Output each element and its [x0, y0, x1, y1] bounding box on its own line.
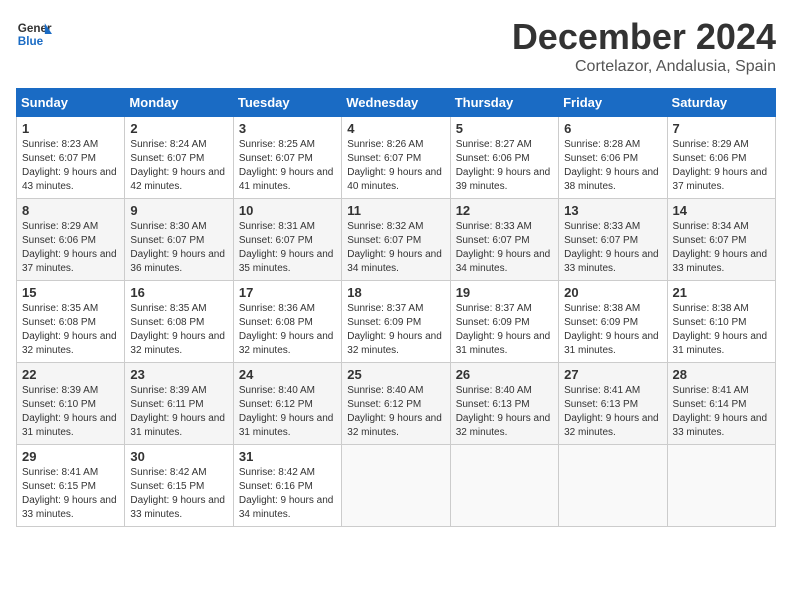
day-cell: 25 Sunrise: 8:40 AMSunset: 6:12 PMDaylig… [342, 363, 450, 445]
day-cell: 31 Sunrise: 8:42 AMSunset: 6:16 PMDaylig… [233, 445, 341, 527]
day-cell: 16 Sunrise: 8:35 AMSunset: 6:08 PMDaylig… [125, 281, 233, 363]
day-cell: 28 Sunrise: 8:41 AMSunset: 6:14 PMDaylig… [667, 363, 775, 445]
page-header: General Blue December 2024 Cortelazor, A… [16, 16, 776, 76]
day-cell: 15 Sunrise: 8:35 AMSunset: 6:08 PMDaylig… [17, 281, 125, 363]
svg-text:Blue: Blue [18, 35, 44, 48]
day-cell: 12 Sunrise: 8:33 AMSunset: 6:07 PMDaylig… [450, 199, 558, 281]
day-cell: 11 Sunrise: 8:32 AMSunset: 6:07 PMDaylig… [342, 199, 450, 281]
header-tuesday: Tuesday [233, 89, 341, 117]
day-cell: 13 Sunrise: 8:33 AMSunset: 6:07 PMDaylig… [559, 199, 667, 281]
day-cell: 27 Sunrise: 8:41 AMSunset: 6:13 PMDaylig… [559, 363, 667, 445]
calendar-row: 8 Sunrise: 8:29 AMSunset: 6:06 PMDayligh… [17, 199, 776, 281]
empty-cell [450, 445, 558, 527]
day-cell: 6 Sunrise: 8:28 AMSunset: 6:06 PMDayligh… [559, 117, 667, 199]
day-cell: 22 Sunrise: 8:39 AMSunset: 6:10 PMDaylig… [17, 363, 125, 445]
calendar-row: 15 Sunrise: 8:35 AMSunset: 6:08 PMDaylig… [17, 281, 776, 363]
calendar-row: 29 Sunrise: 8:41 AMSunset: 6:15 PMDaylig… [17, 445, 776, 527]
title-area: December 2024 Cortelazor, Andalusia, Spa… [512, 16, 776, 76]
day-cell: 14 Sunrise: 8:34 AMSunset: 6:07 PMDaylig… [667, 199, 775, 281]
empty-cell [342, 445, 450, 527]
logo: General Blue [16, 16, 52, 52]
day-cell: 21 Sunrise: 8:38 AMSunset: 6:10 PMDaylig… [667, 281, 775, 363]
header-monday: Monday [125, 89, 233, 117]
header-thursday: Thursday [450, 89, 558, 117]
day-cell: 1 Sunrise: 8:23 AMSunset: 6:07 PMDayligh… [17, 117, 125, 199]
day-cell: 8 Sunrise: 8:29 AMSunset: 6:06 PMDayligh… [17, 199, 125, 281]
day-cell: 17 Sunrise: 8:36 AMSunset: 6:08 PMDaylig… [233, 281, 341, 363]
day-cell: 4 Sunrise: 8:26 AMSunset: 6:07 PMDayligh… [342, 117, 450, 199]
month-title: December 2024 [512, 16, 776, 58]
day-cell: 3 Sunrise: 8:25 AMSunset: 6:07 PMDayligh… [233, 117, 341, 199]
logo-icon: General Blue [16, 16, 52, 52]
day-cell: 30 Sunrise: 8:42 AMSunset: 6:15 PMDaylig… [125, 445, 233, 527]
header-friday: Friday [559, 89, 667, 117]
day-cell: 24 Sunrise: 8:40 AMSunset: 6:12 PMDaylig… [233, 363, 341, 445]
day-cell: 9 Sunrise: 8:30 AMSunset: 6:07 PMDayligh… [125, 199, 233, 281]
empty-cell [559, 445, 667, 527]
day-cell: 7 Sunrise: 8:29 AMSunset: 6:06 PMDayligh… [667, 117, 775, 199]
day-cell: 19 Sunrise: 8:37 AMSunset: 6:09 PMDaylig… [450, 281, 558, 363]
day-cell: 5 Sunrise: 8:27 AMSunset: 6:06 PMDayligh… [450, 117, 558, 199]
day-cell: 20 Sunrise: 8:38 AMSunset: 6:09 PMDaylig… [559, 281, 667, 363]
location-title: Cortelazor, Andalusia, Spain [512, 58, 776, 76]
day-cell: 2 Sunrise: 8:24 AMSunset: 6:07 PMDayligh… [125, 117, 233, 199]
day-cell: 26 Sunrise: 8:40 AMSunset: 6:13 PMDaylig… [450, 363, 558, 445]
day-cell: 29 Sunrise: 8:41 AMSunset: 6:15 PMDaylig… [17, 445, 125, 527]
empty-cell [667, 445, 775, 527]
day-cell: 18 Sunrise: 8:37 AMSunset: 6:09 PMDaylig… [342, 281, 450, 363]
header-sunday: Sunday [17, 89, 125, 117]
calendar-row: 22 Sunrise: 8:39 AMSunset: 6:10 PMDaylig… [17, 363, 776, 445]
calendar-row: 1 Sunrise: 8:23 AMSunset: 6:07 PMDayligh… [17, 117, 776, 199]
day-cell: 23 Sunrise: 8:39 AMSunset: 6:11 PMDaylig… [125, 363, 233, 445]
header-wednesday: Wednesday [342, 89, 450, 117]
calendar-table: Sunday Monday Tuesday Wednesday Thursday… [16, 88, 776, 527]
day-cell: 10 Sunrise: 8:31 AMSunset: 6:07 PMDaylig… [233, 199, 341, 281]
calendar-header-row: Sunday Monday Tuesday Wednesday Thursday… [17, 89, 776, 117]
header-saturday: Saturday [667, 89, 775, 117]
